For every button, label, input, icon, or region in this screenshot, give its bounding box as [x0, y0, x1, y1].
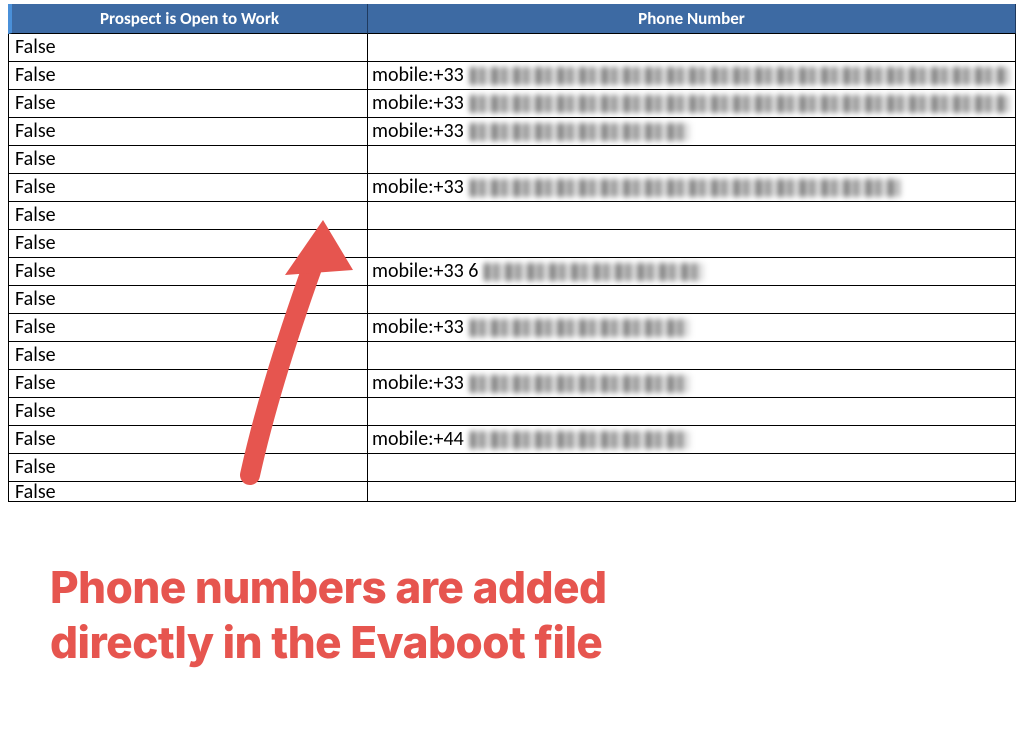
- cell-phone[interactable]: [368, 286, 1016, 314]
- cell-open-to-work[interactable]: False: [8, 146, 368, 174]
- phone-prefix: mobile:+33 6: [372, 258, 478, 285]
- cell-open-to-work[interactable]: False: [8, 398, 368, 426]
- caption-line-2: directly in the Evaboot file: [50, 615, 984, 670]
- phone-prefix: mobile:+33: [372, 90, 464, 117]
- cell-open-to-work[interactable]: False: [8, 90, 368, 118]
- cell-open-to-work[interactable]: False: [8, 370, 368, 398]
- cell-phone[interactable]: [368, 342, 1016, 370]
- cell-phone[interactable]: mobile:+33: [368, 118, 1016, 146]
- table-row[interactable]: False: [8, 230, 1024, 258]
- cell-phone[interactable]: mobile:+33: [368, 62, 1016, 90]
- table-row[interactable]: False mobile:+33 6: [8, 258, 1024, 286]
- redacted-digits: [470, 319, 690, 337]
- col-header-phone[interactable]: Phone Number: [368, 4, 1016, 34]
- cell-open-to-work[interactable]: False: [8, 286, 368, 314]
- cell-phone[interactable]: mobile:+44: [368, 426, 1016, 454]
- cell-phone[interactable]: [368, 454, 1016, 482]
- redacted-digits: [484, 263, 704, 281]
- table-row[interactable]: False: [8, 482, 1024, 502]
- cell-open-to-work[interactable]: False: [8, 342, 368, 370]
- annotation-caption: Phone numbers are added directly in the …: [50, 560, 984, 670]
- table-row[interactable]: False: [8, 286, 1024, 314]
- table-row[interactable]: False mobile:+33: [8, 314, 1024, 342]
- cell-open-to-work[interactable]: False: [8, 174, 368, 202]
- table-row[interactable]: False mobile:+33: [8, 370, 1024, 398]
- phone-prefix: mobile:+33: [372, 174, 464, 201]
- redacted-digits: [470, 95, 1009, 113]
- phone-prefix: mobile:+33: [372, 370, 464, 397]
- cell-open-to-work[interactable]: False: [8, 202, 368, 230]
- cell-open-to-work[interactable]: False: [8, 230, 368, 258]
- caption-line-1: Phone numbers are added: [50, 560, 984, 615]
- cell-phone[interactable]: mobile:+33: [368, 174, 1016, 202]
- table-row[interactable]: False mobile:+44: [8, 426, 1024, 454]
- table-row[interactable]: False: [8, 454, 1024, 482]
- cell-open-to-work[interactable]: False: [8, 62, 368, 90]
- table-row[interactable]: False mobile:+33: [8, 174, 1024, 202]
- redacted-digits: [470, 431, 690, 449]
- table-row[interactable]: False: [8, 342, 1024, 370]
- cell-phone[interactable]: mobile:+33: [368, 314, 1016, 342]
- redacted-digits: [470, 67, 1009, 85]
- table-row[interactable]: False: [8, 146, 1024, 174]
- col-header-open-to-work[interactable]: Prospect is Open to Work: [8, 4, 368, 34]
- header-row: Prospect is Open to Work Phone Number: [8, 4, 1024, 34]
- table-row[interactable]: False mobile:+33: [8, 90, 1024, 118]
- table-row[interactable]: False: [8, 398, 1024, 426]
- phone-prefix: mobile:+33: [372, 62, 464, 89]
- phone-prefix: mobile:+33: [372, 118, 464, 145]
- cell-open-to-work[interactable]: False: [8, 482, 368, 502]
- cell-open-to-work[interactable]: False: [8, 118, 368, 146]
- table-row[interactable]: False: [8, 34, 1024, 62]
- table-row[interactable]: False mobile:+33: [8, 62, 1024, 90]
- redacted-digits: [470, 179, 900, 197]
- cell-phone[interactable]: mobile:+33 6: [368, 258, 1016, 286]
- spreadsheet: Prospect is Open to Work Phone Number Fa…: [8, 4, 1024, 502]
- cell-phone[interactable]: [368, 230, 1016, 258]
- cell-open-to-work[interactable]: False: [8, 426, 368, 454]
- cell-phone[interactable]: [368, 34, 1016, 62]
- redacted-digits: [470, 123, 690, 141]
- cell-open-to-work[interactable]: False: [8, 258, 368, 286]
- phone-prefix: mobile:+33: [372, 314, 464, 341]
- cell-phone[interactable]: [368, 482, 1016, 502]
- cell-open-to-work[interactable]: False: [8, 454, 368, 482]
- cell-phone[interactable]: mobile:+33: [368, 370, 1016, 398]
- table-row[interactable]: False: [8, 202, 1024, 230]
- cell-open-to-work[interactable]: False: [8, 314, 368, 342]
- cell-phone[interactable]: [368, 398, 1016, 426]
- cell-phone[interactable]: [368, 202, 1016, 230]
- phone-prefix: mobile:+44: [372, 426, 464, 453]
- cell-phone[interactable]: mobile:+33: [368, 90, 1016, 118]
- table-row[interactable]: False mobile:+33: [8, 118, 1024, 146]
- cell-open-to-work[interactable]: False: [8, 34, 368, 62]
- redacted-digits: [470, 375, 690, 393]
- cell-phone[interactable]: [368, 146, 1016, 174]
